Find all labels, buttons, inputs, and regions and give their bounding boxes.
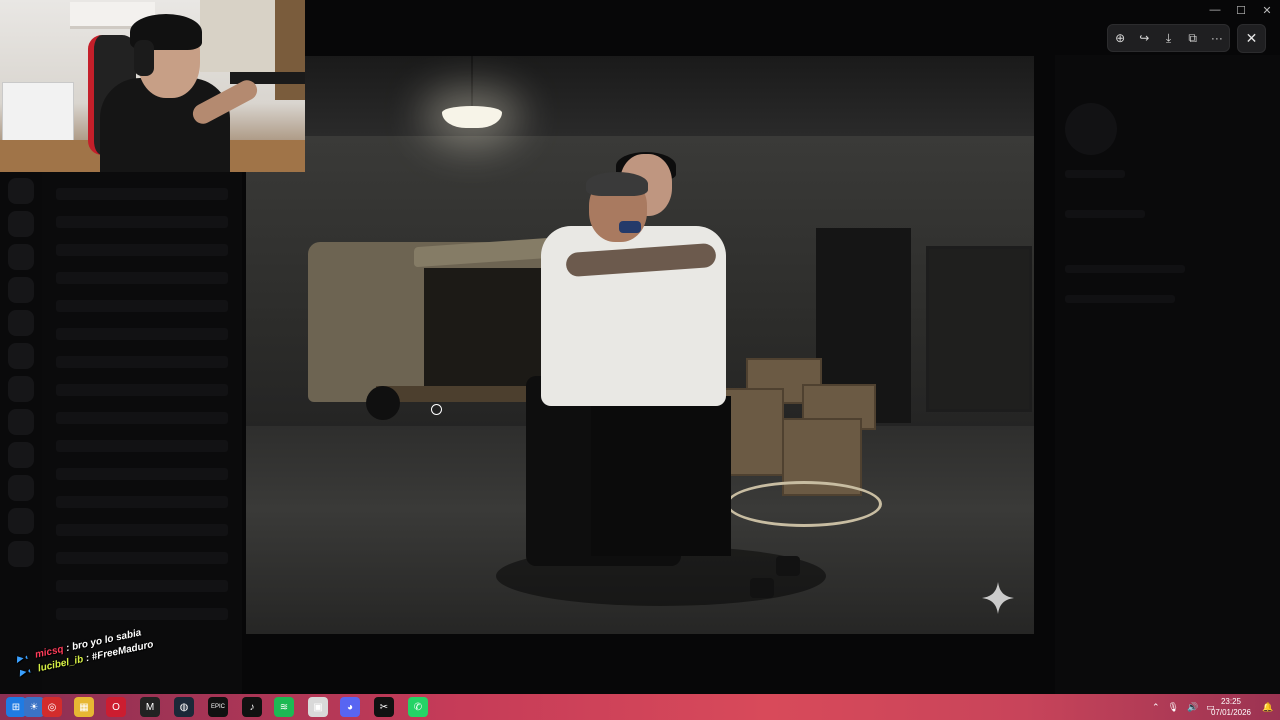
curtain: [200, 0, 275, 72]
minimize-button[interactable]: —: [1202, 0, 1228, 20]
server-icon: [8, 442, 34, 468]
dm-row: [56, 412, 228, 424]
dm-row: [56, 272, 228, 284]
taskbar-photos-icon[interactable]: ▣: [308, 697, 328, 717]
lamp-cord: [471, 56, 473, 108]
dm-row: [56, 244, 228, 256]
viewed-image[interactable]: [246, 56, 1034, 634]
volume-icon[interactable]: 🔊: [1187, 702, 1198, 713]
microphone-icon[interactable]: 🎙: [1168, 702, 1179, 713]
taskbar-clock[interactable]: 23:25 07/01/2026: [1205, 696, 1257, 718]
taskbar-app-list: ⊞ ☀ ◎ ▦ O M ◍ EPIC ♪ ≋ ▣ ◕ ✂ ✆: [0, 694, 470, 720]
server-icon: [8, 409, 34, 435]
floor-bucket: [750, 578, 774, 598]
window-controls: — ☐ ✕: [1202, 0, 1280, 20]
taskbar-browser-icon[interactable]: ◎: [42, 697, 62, 717]
dm-row: [56, 384, 228, 396]
taskbar-discord-icon[interactable]: ◕: [340, 697, 360, 717]
taskbar-files-icon[interactable]: ▦: [74, 697, 94, 717]
forward-icon[interactable]: ↪: [1134, 28, 1154, 48]
notification-bell-icon[interactable]: 🔔: [1262, 694, 1273, 720]
server-icon: [8, 475, 34, 501]
taskbar-whatsapp-icon[interactable]: ✆: [408, 697, 428, 717]
scene-shelving: [926, 246, 1032, 412]
taskbar-capcut-icon[interactable]: ✂: [374, 697, 394, 717]
floor-bucket: [776, 556, 800, 576]
wall-panel: [275, 0, 305, 100]
server-icon: [8, 541, 34, 567]
tray-chevron-icon[interactable]: ⌃: [1152, 702, 1160, 713]
clock-date: 07/01/2026: [1210, 708, 1252, 717]
more-icon[interactable]: ···: [1207, 28, 1227, 48]
scene-ceiling: [246, 56, 1034, 136]
window-close-button[interactable]: ✕: [1254, 0, 1280, 20]
chat-separator: :: [84, 652, 91, 665]
server-sidebar: [0, 172, 42, 694]
dm-row: [56, 216, 228, 228]
avatar: [1065, 103, 1117, 155]
background-window-title: [540, 4, 700, 18]
taskbar-steam-icon[interactable]: ◍: [174, 697, 194, 717]
van-wheel: [366, 386, 400, 420]
maximize-button[interactable]: ☐: [1228, 0, 1254, 20]
close-viewer-button[interactable]: ✕: [1237, 24, 1266, 53]
figure-front-pants: [591, 396, 731, 556]
chat-separator: :: [65, 642, 71, 655]
chat-badge-icon: ▶ ◐: [18, 665, 34, 678]
server-icon: [8, 310, 34, 336]
zoom-in-icon[interactable]: ⊕: [1110, 28, 1130, 48]
taskbar-opera-icon[interactable]: O: [106, 697, 126, 717]
profile-panel: [1055, 55, 1280, 694]
open-external-icon[interactable]: ⧉: [1183, 28, 1203, 48]
profile-line: [1065, 210, 1145, 218]
profile-line: [1065, 170, 1125, 178]
server-icon: [8, 244, 34, 270]
dm-row: [56, 188, 228, 200]
dm-row: [56, 552, 228, 564]
dm-row: [56, 328, 228, 340]
taskbar-start-icon[interactable]: ⊞: [6, 697, 26, 717]
dm-row: [56, 440, 228, 452]
server-icon: [8, 343, 34, 369]
server-icon: [8, 277, 34, 303]
server-icon: [8, 178, 34, 204]
taskbar-app-m-icon[interactable]: M: [140, 697, 160, 717]
dm-row: [56, 524, 228, 536]
ai-sparkle-icon: [982, 582, 1014, 614]
server-icon: [8, 508, 34, 534]
mouth-tape: [619, 221, 641, 233]
dm-row: [56, 468, 228, 480]
viewer-toolbar: ⊕ ↪ ⤓ ⧉ ···: [1107, 24, 1230, 52]
van-interior: [424, 268, 542, 388]
dm-row: [56, 496, 228, 508]
dm-row: [56, 300, 228, 312]
profile-line: [1065, 295, 1175, 303]
headset: [134, 40, 154, 76]
clock-time: 23:25: [1220, 697, 1242, 706]
dm-row: [56, 580, 228, 592]
download-icon[interactable]: ⤓: [1158, 28, 1178, 48]
server-icon: [8, 211, 34, 237]
rope: [726, 481, 882, 527]
taskbar-epic-icon[interactable]: EPIC: [208, 697, 228, 717]
server-icon: [8, 376, 34, 402]
taskbar-spotify-icon[interactable]: ≋: [274, 697, 294, 717]
cabinet: [2, 82, 74, 146]
dm-row: [56, 356, 228, 368]
taskbar: ⊞ ☀ ◎ ▦ O M ◍ EPIC ♪ ≋ ▣ ◕ ✂ ✆ ⌃ 🎙 🔊 ▭ 23:25 07/01/20…: [0, 694, 1280, 720]
mouse-cursor: [431, 404, 442, 415]
webcam-overlay: [0, 0, 305, 172]
taskbar-tiktok-icon[interactable]: ♪: [242, 697, 262, 717]
figure-front-hair: [586, 172, 648, 196]
profile-line: [1065, 265, 1185, 273]
taskbar-widgets-icon[interactable]: ☀: [24, 697, 44, 717]
